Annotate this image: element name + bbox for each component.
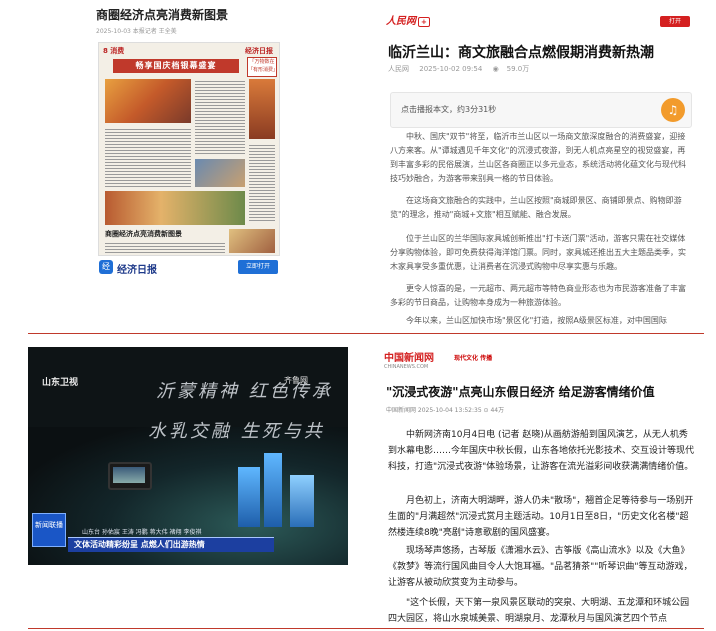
- drone-show-text-line1: 沂蒙精神 红色传承: [156, 381, 333, 402]
- smartphone-recording: [108, 462, 152, 490]
- newspaper-card[interactable]: 商圈经济点亮消费新图景 2025-10-03 本报记者 王全美 8 消费 经济日…: [96, 6, 280, 278]
- newspaper-card-title: 商圈经济点亮消费新图景: [96, 8, 229, 22]
- peoples-daily-logo: 人民网 +: [386, 12, 430, 27]
- newspaper-photo: [249, 79, 275, 139]
- newspaper-text-column: [195, 79, 245, 155]
- newspaper-photo: [195, 159, 245, 187]
- economic-daily-logo-icon: 经: [99, 260, 113, 274]
- chinanews-logo-sub: CHINANEWS.COM: [384, 364, 429, 370]
- article-paragraph: 中秋、国庆"双节"将至，临沂市兰山区以一场商文旅深度融合的消费盛宴，迎接八方来客…: [390, 132, 686, 183]
- headphones-icon[interactable]: ♫: [661, 98, 685, 122]
- article-date: 2025-10-02 09:54: [419, 65, 483, 73]
- article-paragraph: 现场琴声悠扬，古琴版《潇湘水云》、古筝版《高山流水》以及《大鱼》《敦梦》等流行国…: [388, 546, 693, 588]
- newspaper-page-image[interactable]: 8 消费 经济日报 畅享国庆档银幕盛宴 「万物数在「有形消费」 商圈经济点亮消费…: [98, 42, 280, 256]
- lit-building: [238, 467, 260, 527]
- newspaper-banner-headline: 畅享国庆档银幕盛宴: [113, 59, 239, 73]
- article-views: 59.0万: [506, 65, 530, 73]
- open-app-button[interactable]: 立即打开: [238, 260, 278, 274]
- newspaper-photo: [105, 191, 245, 225]
- article-paragraph: 在这场商文旅融合的实践中，兰山区按照"商城即景区、商铺即景点、购物即游览"的理念…: [390, 196, 682, 219]
- article-meta: 人民网 2025-10-02 09:54 ◉ 59.0万: [388, 64, 537, 74]
- article-paragraph: 更令人惊喜的是，一元超市、两元超市等特色商业形态也为市民游客准备了丰富多彩的节日…: [390, 284, 686, 307]
- reporter-credits: 山东台 孙佑宸 王涛 冯鹏 蒋大伟 褚翔 李俊祺: [82, 529, 202, 536]
- newspaper-subheadline: 商圈经济点亮消费新图景: [105, 230, 182, 238]
- lit-building: [264, 453, 282, 527]
- article-paragraph: "这个长假，天下第一泉风景区联动的突泉、大明湖、五龙潭和环城公园四大园区，将山水…: [388, 598, 690, 624]
- newspaper-source-name: 经济日报: [117, 265, 157, 276]
- newspaper-side-headline: 「万物数在「有形消费」: [247, 57, 278, 77]
- partner-logo: 现代文化 传播: [454, 355, 493, 362]
- peoples-daily-logo-tag: +: [418, 17, 430, 27]
- newspaper-page-number: 8 消费: [103, 47, 125, 55]
- article-paragraph: 位于兰山区的兰华国际家具城创新推出"打卡送门票"活动，游客只需在社交媒体分享购物…: [390, 234, 686, 271]
- article-paragraph: 今年以来，兰山区加快市场"景区化"打造，按照A级景区标准，对中国国际: [406, 316, 667, 325]
- newspaper-text-column: [105, 241, 225, 253]
- newspaper-text-column: [105, 127, 191, 187]
- article-title: "沉浸式夜游"点亮山东假日经济 给足游客情绪价值: [386, 385, 655, 399]
- peoples-daily-logo-text: 人民网: [386, 16, 416, 27]
- lit-building: [290, 475, 314, 527]
- news-program-badge: 新闻联播: [32, 513, 66, 547]
- audio-prompt: 点击播报本文，约3分31秒: [401, 105, 497, 114]
- newspaper-card-footer: 经 经济日报 立即打开: [96, 256, 280, 278]
- eye-icon: ◉: [492, 65, 499, 73]
- chinanews-logo-text: 中国新闻网: [384, 353, 434, 364]
- newspaper-text-column: [249, 143, 275, 223]
- drone-show-text-line2: 水乳交融 生死与共: [148, 421, 325, 442]
- news-ticker: 文体活动精彩纷呈 点燃人们出游热情: [68, 537, 274, 552]
- article-paragraph: 月色初上，济南大明湖畔，游人仍未"散场"，翘首企足等待参与一场别开生面的"月满超…: [388, 496, 694, 538]
- open-app-button[interactable]: 打开: [660, 16, 690, 27]
- section-divider-bottom: [28, 628, 704, 629]
- article-title: 临沂兰山：商文旅融合点燃假期消费新热潮: [388, 45, 654, 61]
- chinanews-logo: 中国新闻网 CHINANEWS.COM: [384, 349, 434, 370]
- newspaper-masthead: 8 消费 经济日报: [103, 46, 273, 56]
- newspaper-photo: [105, 79, 191, 123]
- audio-player[interactable]: 点击播报本文，约3分31秒 ♫: [390, 92, 692, 128]
- phone-screen: [113, 467, 145, 483]
- news-video-still[interactable]: 山东卫视 齐鲁网 沂蒙精神 红色传承 水乳交融 生死与共 新闻联播 山东台 孙佑…: [28, 347, 348, 565]
- newspaper-brand: 经济日报: [245, 47, 273, 55]
- chinanews-article: 中国新闻网 CHINANEWS.COM 现代文化 传播 "沉浸式夜游"点亮山东假日…: [384, 347, 700, 627]
- newspaper-card-meta: 2025-10-03 本报记者 王全美: [96, 28, 177, 35]
- article-meta: 中国新闻网 2025-10-04 13:52:35 ⊙ 44万: [386, 407, 505, 414]
- peoples-daily-article: 人民网 + 打开 临沂兰山：商文旅融合点燃假期消费新热潮 人民网 2025-10-…: [380, 6, 698, 326]
- newspaper-photo: [229, 229, 275, 253]
- article-source: 人民网: [388, 65, 409, 73]
- section-divider-top: [28, 333, 704, 334]
- shandong-tv-logo: 山东卫视: [42, 378, 79, 388]
- article-paragraph: 中新网济南10月4日电 (记者 赵晓)从画舫游船到国风演艺，从无人机秀到水幕电影…: [388, 430, 695, 472]
